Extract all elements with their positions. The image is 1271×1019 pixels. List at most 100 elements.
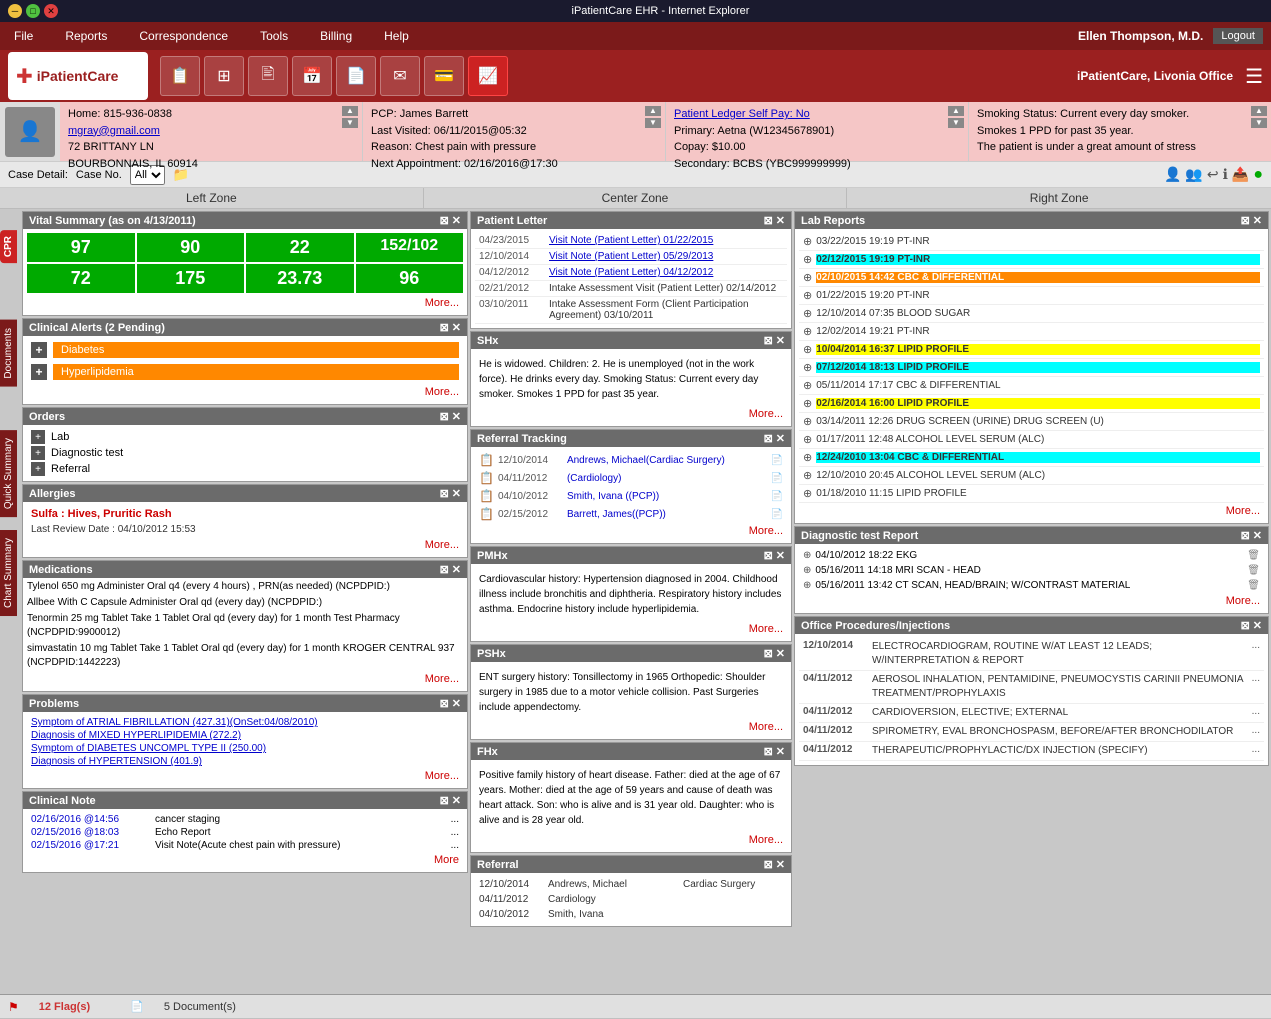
lab-text-12[interactable]: 01/17/2011 12:48 ALCOHOL LEVEL SERUM (AL… xyxy=(816,434,1044,445)
toolbar-mail-button[interactable]: ✉ xyxy=(380,56,420,96)
order-plus-lab[interactable]: + xyxy=(31,430,45,444)
patient-email-link[interactable]: mgray@gmail.com xyxy=(68,125,160,137)
documents-tab[interactable]: Documents xyxy=(0,320,17,387)
shx-expand[interactable]: ⊠ xyxy=(764,334,773,347)
pl-link-2[interactable]: Visit Note (Patient Letter) 05/29/2013 xyxy=(549,251,713,262)
toolbar-calendar-button[interactable]: 📅 xyxy=(292,56,332,96)
toolbar-billing-button[interactable]: 💳 xyxy=(424,56,464,96)
allergies-more-link[interactable]: More... xyxy=(27,537,463,553)
pl-link-1[interactable]: Visit Note (Patient Letter) 01/22/2015 xyxy=(549,235,713,246)
menu-tools[interactable]: Tools xyxy=(254,27,294,45)
office-proc-close[interactable]: ✕ xyxy=(1253,619,1262,632)
case-icon-4[interactable]: ℹ xyxy=(1223,166,1228,184)
referral-close[interactable]: ✕ xyxy=(776,858,785,871)
cpr-label[interactable]: CPR xyxy=(0,230,17,263)
problems-more-link[interactable]: More... xyxy=(27,768,463,784)
quick-summary-label[interactable]: Quick Summary xyxy=(0,430,17,517)
shx-close[interactable]: ✕ xyxy=(776,334,785,347)
note-dots-1[interactable]: ... xyxy=(451,814,459,825)
lab-text-1[interactable]: 03/22/2015 19:19 PT-INR xyxy=(816,236,929,247)
toolbar-notes-button[interactable]: 📋 xyxy=(160,56,200,96)
problem-2[interactable]: Diagnosis of MIXED HYPERLIPIDEMIA (272.2… xyxy=(27,729,463,742)
ref-track-close[interactable]: ✕ xyxy=(776,432,785,445)
col2-up-arrow[interactable]: ▲ xyxy=(645,106,661,116)
note-dots-3[interactable]: ... xyxy=(451,840,459,851)
lab-text-10[interactable]: 02/16/2014 16:00 LIPID PROFILE xyxy=(816,398,1260,409)
patient-letter-expand[interactable]: ⊠ xyxy=(764,214,773,227)
lab-text-6[interactable]: 12/02/2014 19:21 PT-INR xyxy=(816,326,929,337)
close-button[interactable]: ✕ xyxy=(44,4,58,18)
minimize-button[interactable]: ─ xyxy=(8,4,22,18)
vitals-expand-button[interactable]: ⊠ xyxy=(440,214,449,227)
lab-text-2[interactable]: 02/12/2015 19:19 PT-INR xyxy=(816,254,1260,265)
case-icon-2[interactable]: 👥 xyxy=(1185,166,1202,184)
lab-text-8[interactable]: 07/12/2014 18:13 LIPID PROFILE xyxy=(816,362,1260,373)
lab-text-3[interactable]: 02/10/2015 14:42 CBC & DIFFERENTIAL xyxy=(816,272,1260,283)
alerts-more-link[interactable]: More... xyxy=(27,384,463,400)
referral-expand[interactable]: ⊠ xyxy=(764,858,773,871)
ref-track-name-1[interactable]: Andrews, Michael(Cardiac Surgery) xyxy=(567,455,767,466)
toolbar-copy-button[interactable]: 📄 xyxy=(336,56,376,96)
logout-button[interactable]: Logout xyxy=(1213,28,1263,44)
ref-track-name-4[interactable]: Barrett, James((PCP)) xyxy=(567,509,767,520)
medications-more-link[interactable]: More... xyxy=(27,670,463,689)
patient-letter-close[interactable]: ✕ xyxy=(776,214,785,227)
col1-up-arrow[interactable]: ▲ xyxy=(342,106,358,116)
pmhx-more-link[interactable]: More... xyxy=(475,621,787,637)
quick-summary-tab[interactable]: Quick Summary xyxy=(0,430,17,517)
clinical-note-more-link[interactable]: More xyxy=(27,852,463,868)
case-icon-5[interactable]: 📤 xyxy=(1232,166,1249,184)
diag-ctrl-1[interactable]: 🗑 xyxy=(1247,550,1260,561)
vitals-more-link[interactable]: More... xyxy=(27,295,463,311)
diag-report-close[interactable]: ✕ xyxy=(1253,529,1262,542)
office-proc-expand[interactable]: ⊠ xyxy=(1241,619,1250,632)
allergies-close-button[interactable]: ✕ xyxy=(452,487,461,500)
proc-dots-5[interactable]: ... xyxy=(1252,744,1260,758)
clinical-note-close-button[interactable]: ✕ xyxy=(452,794,461,807)
diag-text-2[interactable]: 05/16/2011 14:18 MRI SCAN - HEAD xyxy=(815,565,1243,576)
lab-text-14[interactable]: 12/10/2010 20:45 ALCOHOL LEVEL SERUM (AL… xyxy=(816,470,1045,481)
ref-track-name-2[interactable]: (Cardiology) xyxy=(567,473,767,484)
pshx-close[interactable]: ✕ xyxy=(776,647,785,660)
lab-text-5[interactable]: 12/10/2014 07:35 BLOOD SUGAR xyxy=(816,308,970,319)
pmhx-close[interactable]: ✕ xyxy=(776,549,785,562)
orders-expand-button[interactable]: ⊠ xyxy=(440,410,449,423)
allergies-expand-button[interactable]: ⊠ xyxy=(440,487,449,500)
order-plus-referral[interactable]: + xyxy=(31,462,45,476)
pl-link-3[interactable]: Visit Note (Patient Letter) 04/12/2012 xyxy=(549,267,713,278)
note-dots-2[interactable]: ... xyxy=(451,827,459,838)
lab-reports-close[interactable]: ✕ xyxy=(1253,214,1262,227)
toolbar-grid-button[interactable]: ⊞ xyxy=(204,56,244,96)
lab-text-15[interactable]: 01/18/2010 11:15 LIPID PROFILE xyxy=(816,488,966,499)
alert-plus-hyper[interactable]: + xyxy=(31,364,47,380)
clinical-note-expand-button[interactable]: ⊠ xyxy=(440,794,449,807)
case-icon-6[interactable]: ● xyxy=(1253,166,1263,184)
maximize-button[interactable]: □ xyxy=(26,4,40,18)
proc-dots-4[interactable]: ... xyxy=(1252,725,1260,739)
menu-help[interactable]: Help xyxy=(378,27,415,45)
diag-ctrl-3[interactable]: 🗑 xyxy=(1247,580,1260,591)
lab-reports-more-link[interactable]: More... xyxy=(799,503,1264,519)
col2-down-arrow[interactable]: ▼ xyxy=(645,118,661,128)
col3-down-arrow[interactable]: ▼ xyxy=(948,118,964,128)
problems-expand-button[interactable]: ⊠ xyxy=(440,697,449,710)
diag-report-more-link[interactable]: More... xyxy=(799,593,1264,609)
problem-3[interactable]: Symptom of DIABETES UNCOMPL TYPE II (250… xyxy=(27,742,463,755)
proc-dots-1[interactable]: ... xyxy=(1252,640,1260,668)
menu-file[interactable]: File xyxy=(8,27,39,45)
ref-track-name-3[interactable]: Smith, Ivana ((PCP)) xyxy=(567,491,767,502)
medications-close-button[interactable]: ✕ xyxy=(452,563,461,576)
menu-correspondence[interactable]: Correspondence xyxy=(133,27,234,45)
pmhx-expand[interactable]: ⊠ xyxy=(764,549,773,562)
diag-ctrl-2[interactable]: 🗑 xyxy=(1247,565,1260,576)
vitals-close-button[interactable]: ✕ xyxy=(452,214,461,227)
proc-dots-2[interactable]: ... xyxy=(1252,673,1260,701)
lab-text-9[interactable]: 05/11/2014 17:17 CBC & DIFFERENTIAL xyxy=(816,380,1000,391)
shx-more-link[interactable]: More... xyxy=(475,406,787,422)
fhx-expand[interactable]: ⊠ xyxy=(764,745,773,758)
lab-text-11[interactable]: 03/14/2011 12:26 DRUG SCREEN (URINE) DRU… xyxy=(816,416,1104,427)
chart-summary-label[interactable]: Chart Summary xyxy=(0,530,17,616)
lab-text-7[interactable]: 10/04/2014 16:37 LIPID PROFILE xyxy=(816,344,1260,355)
alerts-expand-button[interactable]: ⊠ xyxy=(440,321,449,334)
menu-reports[interactable]: Reports xyxy=(59,27,113,45)
